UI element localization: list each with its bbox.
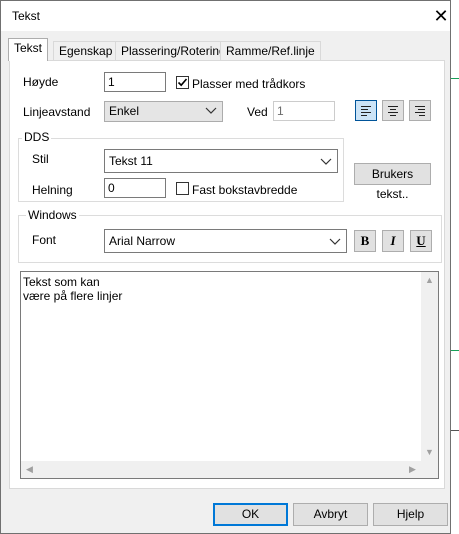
user-text-button[interactable]: Brukers tekst.. bbox=[354, 163, 431, 201]
height-input[interactable]: 1 bbox=[104, 72, 166, 92]
font-select[interactable]: Arial Narrow bbox=[104, 229, 347, 253]
fixed-width-checkbox[interactable] bbox=[176, 182, 189, 195]
style-select-value: Tekst 11 bbox=[109, 154, 153, 168]
close-icon[interactable]: ✕ bbox=[427, 3, 455, 29]
background-window-edge bbox=[451, 350, 459, 351]
tab-egenskap[interactable]: Egenskap bbox=[53, 41, 119, 61]
background-window-edge bbox=[451, 430, 459, 431]
fixed-width-label: Fast bokstavbredde bbox=[192, 183, 298, 197]
chevron-down-icon bbox=[205, 107, 217, 114]
scroll-left-icon[interactable]: ◀ bbox=[21, 461, 38, 478]
scroll-corner bbox=[421, 461, 438, 478]
at-label: Ved bbox=[247, 105, 268, 119]
windows-legend: Windows bbox=[26, 208, 79, 222]
background-window-edge bbox=[451, 78, 459, 79]
slant-label: Helning bbox=[32, 183, 73, 197]
align-left-button[interactable] bbox=[355, 100, 377, 121]
dialog-title: Tekst bbox=[12, 9, 41, 23]
align-right-icon bbox=[415, 106, 425, 116]
vertical-scrollbar[interactable]: ▲ ▼ bbox=[421, 272, 438, 461]
text-area[interactable]: Tekst som kan være på flere linjer ▲ ▼ ◀… bbox=[20, 271, 439, 479]
text-line-1: Tekst som kan bbox=[23, 275, 100, 289]
height-label: Høyde bbox=[23, 75, 59, 89]
spacing-label: Linjeavstand bbox=[23, 105, 91, 119]
scroll-down-icon[interactable]: ▼ bbox=[421, 444, 438, 461]
align-center-button[interactable] bbox=[382, 100, 404, 121]
slant-input[interactable]: 0 bbox=[104, 178, 166, 198]
ok-button[interactable]: OK bbox=[213, 503, 288, 526]
scroll-right-icon[interactable]: ▶ bbox=[404, 461, 421, 478]
italic-button[interactable]: I bbox=[382, 230, 404, 252]
horizontal-scrollbar[interactable]: ◀ ▶ bbox=[21, 461, 421, 478]
dds-legend: DDS bbox=[22, 130, 52, 144]
at-input[interactable]: 1 bbox=[273, 101, 335, 121]
font-label: Font bbox=[32, 233, 57, 247]
crosshair-label: Plasser med trådkors bbox=[192, 77, 306, 91]
chevron-down-icon bbox=[320, 158, 332, 165]
crosshair-checkbox[interactable] bbox=[176, 76, 189, 89]
spacing-select[interactable]: Enkel bbox=[104, 101, 223, 122]
spacing-select-value: Enkel bbox=[109, 104, 140, 118]
font-select-value: Arial Narrow bbox=[109, 234, 176, 248]
align-center-icon bbox=[388, 106, 398, 116]
cancel-button[interactable]: Avbryt bbox=[293, 503, 368, 526]
text-line-2: være på flere linjer bbox=[23, 289, 123, 303]
tab-tekst[interactable]: Tekst bbox=[8, 38, 49, 61]
align-left-icon bbox=[361, 106, 371, 116]
title-bar[interactable]: Tekst ✕ bbox=[1, 1, 450, 31]
align-right-button[interactable] bbox=[409, 100, 431, 121]
bold-button[interactable]: B bbox=[354, 230, 376, 252]
tab-ramme-ref-linje[interactable]: Ramme/Ref.linje bbox=[220, 41, 321, 61]
style-select[interactable]: Tekst 11 bbox=[104, 149, 338, 173]
chevron-down-icon bbox=[329, 238, 341, 245]
underline-button[interactable]: U bbox=[410, 230, 432, 252]
style-label: Stil bbox=[32, 152, 49, 166]
scroll-up-icon[interactable]: ▲ bbox=[421, 272, 438, 289]
help-button[interactable]: Hjelp bbox=[373, 503, 448, 526]
tab-plassering-rotering[interactable]: Plassering/Rotering bbox=[115, 41, 232, 61]
checkmark-icon bbox=[177, 78, 188, 87]
text-dialog: Tekst ✕ Tekst Egenskap Plassering/Roteri… bbox=[0, 0, 451, 534]
